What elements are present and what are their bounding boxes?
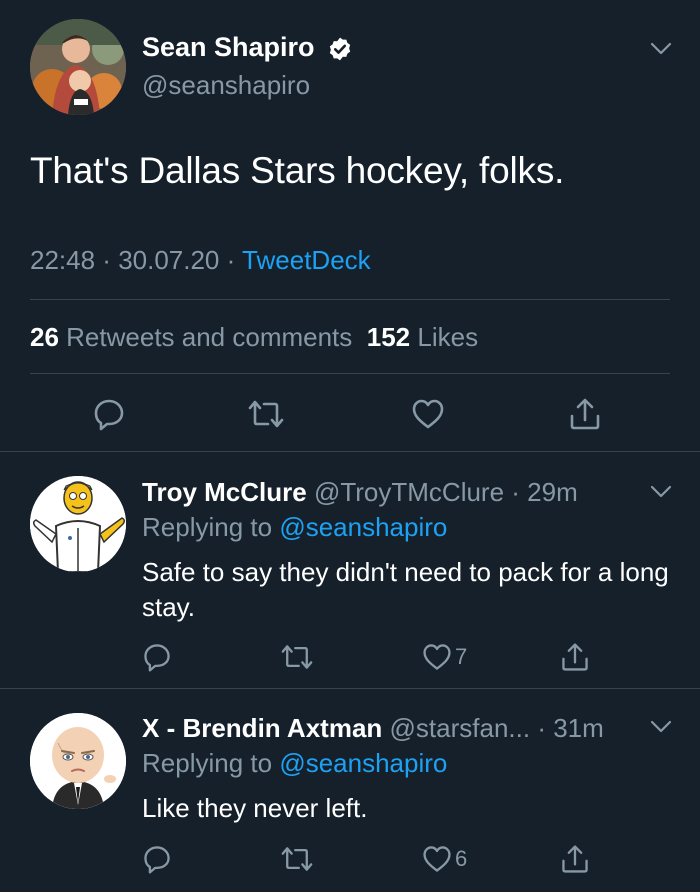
reply-author-name[interactable]: X - Brendin Axtman (142, 713, 382, 743)
author-handle[interactable]: @seanshapiro (142, 70, 310, 101)
reply-button[interactable] (141, 841, 173, 877)
chevron-down-icon[interactable] (650, 485, 672, 499)
retweet-button[interactable] (279, 841, 315, 877)
like-icon (423, 644, 451, 670)
share-icon (562, 845, 588, 873)
divider (30, 373, 670, 374)
reply-author-handle[interactable]: @starsfan... (390, 713, 531, 743)
chevron-down-icon[interactable] (650, 42, 672, 56)
retweet-icon (248, 400, 284, 428)
reply-button[interactable] (91, 396, 127, 432)
like-icon (412, 399, 444, 429)
reply-icon (94, 399, 124, 431)
like-count: 6 (455, 846, 468, 871)
avatar-photo (30, 19, 126, 115)
share-button[interactable] (559, 639, 591, 675)
like-button[interactable]: 6 (421, 841, 467, 877)
like-count: 7 (455, 644, 468, 669)
tweet-date: 30.07.20 (118, 245, 220, 275)
share-icon (562, 643, 588, 671)
likes-label[interactable]: Likes (417, 322, 478, 352)
reply-icon (144, 846, 170, 874)
reply-avatar[interactable] (30, 476, 126, 572)
meta-separator: · (219, 245, 243, 275)
replying-to-mention[interactable]: @seanshapiro (279, 512, 447, 542)
tweet-text: That's Dallas Stars hockey, folks. (30, 150, 565, 191)
divider (30, 299, 670, 300)
retweets-label[interactable]: Retweets and comments (66, 322, 352, 352)
reply-header: X - Brendin Axtman @starsfan... · 31m (142, 713, 604, 744)
reply-tweet[interactable]: Troy McClure @TroyTMcClure · 29m Replyin… (0, 452, 700, 689)
replying-to: Replying to @seanshapiro (142, 748, 447, 779)
avatar-cartoon (30, 476, 126, 572)
tweet-time: 22:48 (30, 245, 96, 275)
likes-count[interactable]: 152 (367, 322, 410, 352)
chevron-down-icon[interactable] (650, 720, 672, 734)
reply-header: Troy McClure @TroyTMcClure · 29m (142, 477, 578, 508)
tweet-meta: 22:48 · 30.07.20 · TweetDeck (30, 245, 371, 276)
share-button[interactable] (567, 396, 603, 432)
reply-author-handle[interactable]: @TroyTMcClure (314, 477, 504, 507)
like-button[interactable]: 7 (421, 639, 467, 675)
reply-time[interactable]: · 29m (511, 477, 577, 507)
reply-avatar[interactable] (30, 713, 126, 809)
replying-to-label: Replying to (142, 748, 273, 778)
avatar-cartoon (30, 713, 126, 809)
like-button[interactable] (410, 396, 446, 432)
reply-button[interactable] (141, 639, 173, 675)
author-name[interactable]: Sean Shapiro (142, 32, 315, 63)
tweet-source-link[interactable]: TweetDeck (242, 245, 371, 275)
tweet-stats: 26 Retweets and comments 152 Likes (30, 322, 478, 353)
share-button[interactable] (559, 841, 591, 877)
replying-to-mention[interactable]: @seanshapiro (279, 748, 447, 778)
share-icon (570, 398, 600, 430)
reply-icon (144, 644, 170, 672)
reply-time[interactable]: · 31m (537, 713, 603, 743)
retweet-icon (281, 847, 313, 871)
retweets-count[interactable]: 26 (30, 322, 59, 352)
retweet-button[interactable] (279, 639, 315, 675)
reply-text: Safe to say they didn't need to pack for… (142, 557, 669, 622)
replying-to-label: Replying to (142, 512, 273, 542)
replying-to: Replying to @seanshapiro (142, 512, 447, 543)
reply-author-name[interactable]: Troy McClure (142, 477, 307, 507)
retweet-icon (281, 645, 313, 669)
like-icon (423, 846, 451, 872)
reply-text: Like they never left. (142, 793, 368, 823)
author-avatar[interactable] (30, 19, 126, 115)
reply-tweet[interactable]: X - Brendin Axtman @starsfan... · 31m Re… (0, 689, 700, 892)
retweet-button[interactable] (246, 396, 286, 432)
meta-separator: · (95, 245, 119, 275)
main-tweet: Sean Shapiro @seanshapiro That's Dallas … (0, 0, 700, 452)
verified-badge-icon (329, 37, 351, 61)
